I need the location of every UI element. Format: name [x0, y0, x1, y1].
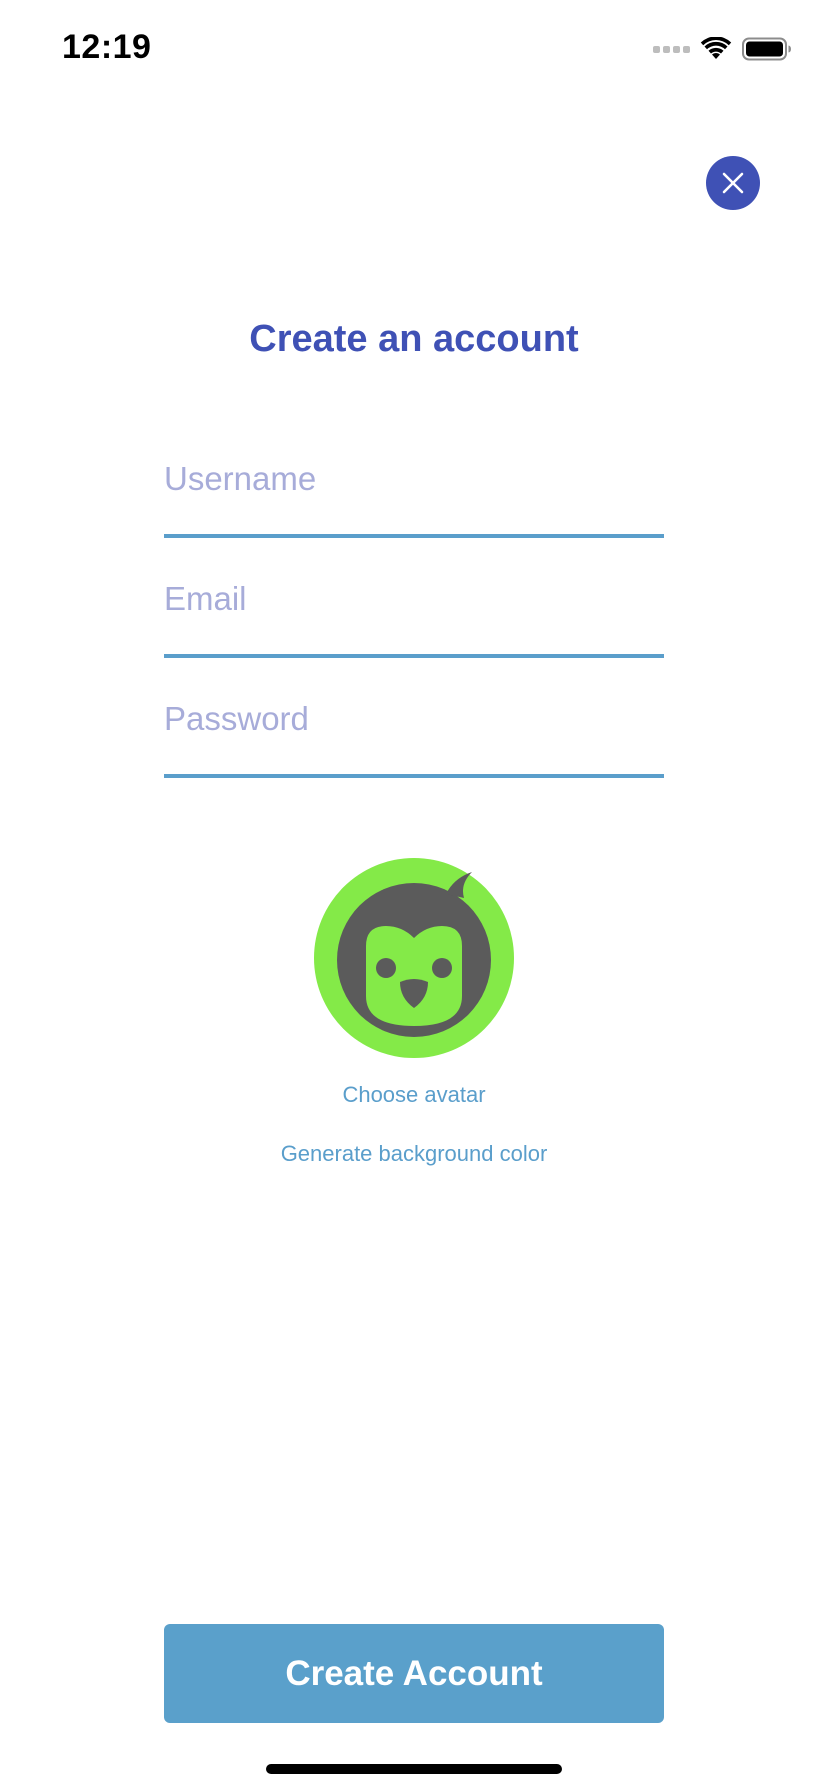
- email-field-container: [164, 564, 664, 658]
- cellular-signal-icon: [653, 45, 690, 53]
- wifi-icon: [700, 37, 732, 61]
- close-icon: [722, 172, 744, 194]
- username-input[interactable]: [164, 444, 664, 514]
- username-field-container: [164, 444, 664, 538]
- email-input[interactable]: [164, 564, 664, 634]
- avatar-image[interactable]: [314, 858, 514, 1058]
- create-account-button[interactable]: Create Account: [164, 1624, 664, 1723]
- status-time: 12:19: [62, 28, 152, 66]
- penguin-avatar-icon: [337, 872, 491, 1037]
- page-title: Create an account: [249, 318, 579, 360]
- battery-icon: [742, 37, 792, 61]
- password-input[interactable]: [164, 684, 664, 754]
- choose-avatar-link[interactable]: Choose avatar: [0, 1082, 828, 1108]
- close-button[interactable]: [706, 156, 760, 210]
- generate-background-color-link[interactable]: Generate background color: [0, 1141, 828, 1167]
- status-icons: [653, 34, 792, 64]
- password-field-container: [164, 684, 664, 778]
- home-indicator[interactable]: [266, 1764, 562, 1774]
